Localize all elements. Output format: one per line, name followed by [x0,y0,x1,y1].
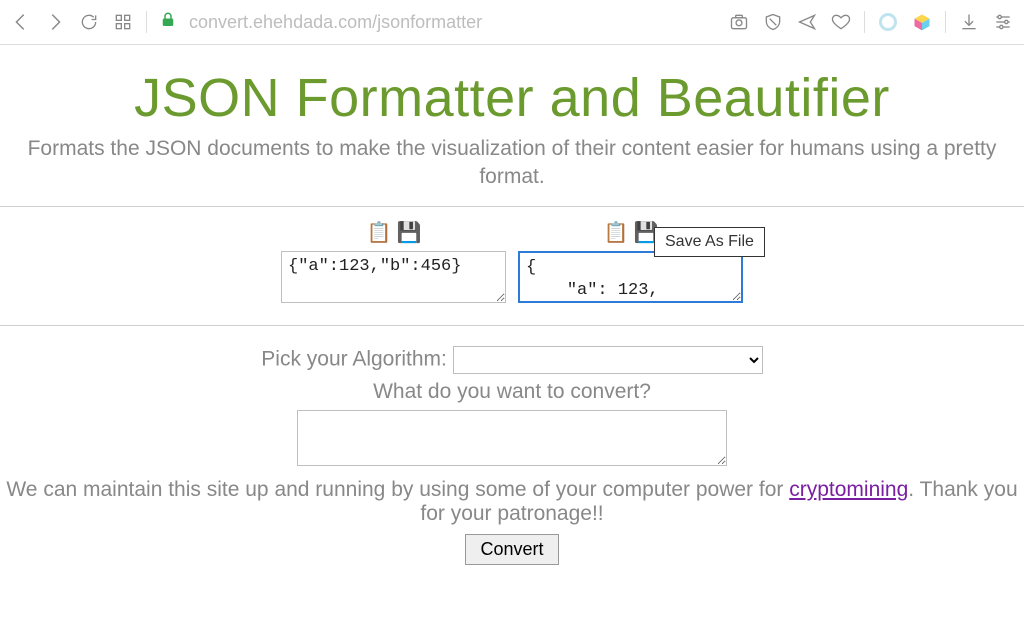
json-output[interactable] [518,251,743,303]
back-button[interactable] [10,11,32,33]
url-text: convert.ehehdada.com/jsonformatter [189,12,482,33]
camera-icon[interactable] [728,11,750,33]
cube-icon[interactable] [911,11,933,33]
algorithm-select[interactable] [453,346,763,374]
clipboard-icon[interactable]: 📋 [367,223,391,247]
reload-button[interactable] [78,11,100,33]
page-subtitle: Formats the JSON documents to make the v… [0,135,1024,192]
save-icon[interactable]: 💾 [397,223,421,247]
save-tooltip: Save As File [654,227,765,257]
apps-grid-icon[interactable] [112,11,134,33]
lock-icon [159,11,177,34]
circle-icon[interactable] [877,11,899,33]
lower-form: Pick your Algorithm: What do you want to… [0,326,1024,571]
wish-textarea[interactable] [297,410,727,466]
url-host: convert.ehehdada.com [189,12,372,32]
input-tools: 📋 💾 [367,223,421,247]
clipboard-icon[interactable]: 📋 [604,223,628,247]
json-input[interactable] [281,251,506,303]
output-panel: 📋 💾 Save As File [518,223,743,303]
chrome-divider [0,44,1024,45]
converter-area: 📋 💾 📋 💾 Save As File [0,207,1024,325]
convert-button[interactable]: Convert [465,534,558,565]
algo-label: Pick your Algorithm: [261,347,447,370]
browser-toolbar: convert.ehehdada.com/jsonformatter [0,0,1024,44]
shield-icon[interactable] [762,11,784,33]
heart-icon[interactable] [830,11,852,33]
input-panel: 📋 💾 [281,223,506,303]
wish-label: What do you want to convert? [373,380,651,403]
address-bar[interactable]: convert.ehehdada.com/jsonformatter [159,11,716,34]
settings-sliders-icon[interactable] [992,11,1014,33]
footer-note: We can maintain this site up and running… [0,478,1024,526]
send-icon[interactable] [796,11,818,33]
footer-text-before: We can maintain this site up and running… [6,478,789,501]
toolbar-separator [945,11,946,33]
download-icon[interactable] [958,11,980,33]
page-title: JSON Formatter and Beautifier [0,67,1024,129]
forward-button[interactable] [44,11,66,33]
cryptomining-link[interactable]: cryptomining [789,478,908,501]
url-path: /jsonformatter [372,12,482,32]
toolbar-separator [146,11,147,33]
toolbar-separator [864,11,865,33]
output-tools: 📋 💾 [604,223,658,247]
